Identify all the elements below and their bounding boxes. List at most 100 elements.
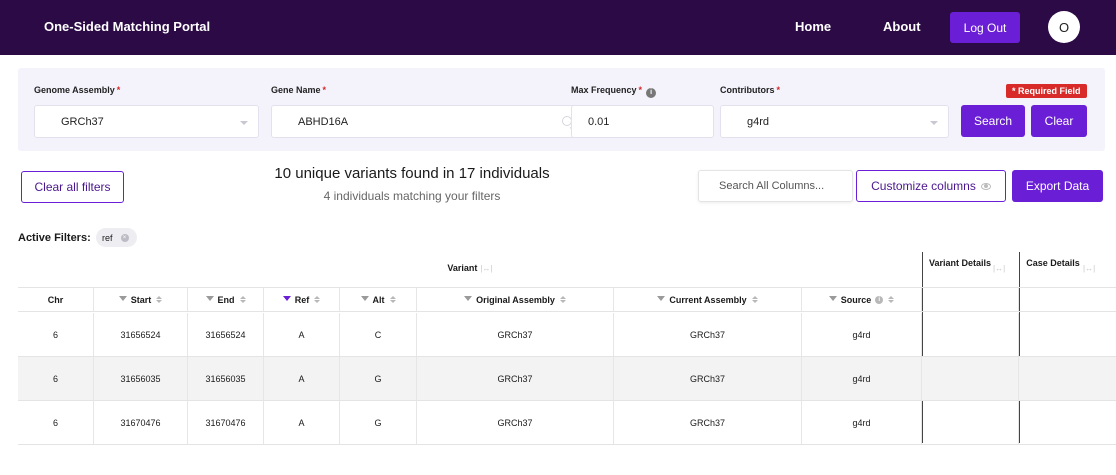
table-row[interactable]: 6 31656035 31656035 A G GRCh37 GRCh37 g4… bbox=[18, 357, 1116, 401]
cell-alt: G bbox=[340, 357, 417, 400]
cell-ref: A bbox=[264, 313, 340, 356]
column-header-alt[interactable]: Alt bbox=[340, 288, 417, 311]
search-button[interactable]: Search bbox=[961, 105, 1025, 137]
cell-alt: C bbox=[340, 313, 417, 356]
column-header-source[interactable]: Source i bbox=[802, 288, 922, 311]
results-summary: 10 unique variants found in 17 individua… bbox=[240, 165, 584, 203]
column-header-chr[interactable]: Chr bbox=[18, 288, 94, 311]
table-header-row: Chr Start End Ref Alt Original Assembly … bbox=[18, 287, 1116, 312]
info-icon[interactable]: i bbox=[646, 87, 657, 98]
cell-current-assembly: GRCh37 bbox=[614, 357, 802, 400]
cell-case-details bbox=[1019, 313, 1116, 356]
active-filters-label: Active Filters: bbox=[18, 232, 91, 244]
cell-end: 31656524 bbox=[188, 313, 264, 356]
active-filter-chip[interactable]: ref × bbox=[96, 228, 137, 247]
cell-source: g4rd bbox=[802, 401, 922, 444]
search-filter-panel: Genome Assembly * GRCh37 Gene Name * ABHD1… bbox=[18, 68, 1105, 151]
user-avatar[interactable]: O bbox=[1048, 11, 1080, 43]
search-all-columns-input[interactable]: Search All Columns... bbox=[698, 170, 853, 202]
filter-icon[interactable] bbox=[464, 296, 473, 301]
column-header-end[interactable]: End bbox=[188, 288, 264, 311]
customize-columns-label: Customize columns bbox=[871, 179, 976, 193]
nav-home-link[interactable]: Home bbox=[795, 19, 831, 34]
expand-icon[interactable]: |↔| bbox=[1080, 263, 1095, 273]
cell-variant-details bbox=[922, 313, 1019, 356]
chip-label: ref bbox=[102, 232, 113, 243]
cell-source: g4rd bbox=[802, 357, 922, 400]
filter-icon[interactable] bbox=[657, 296, 666, 301]
max-frequency-input[interactable]: 0.01 bbox=[571, 105, 714, 138]
variant-details-column bbox=[922, 288, 1019, 311]
column-header-ref[interactable]: Ref bbox=[264, 288, 340, 311]
cell-ref: A bbox=[264, 401, 340, 444]
sort-icon[interactable] bbox=[389, 296, 396, 303]
filter-icon[interactable] bbox=[360, 296, 369, 301]
column-header-original-assembly[interactable]: Original Assembly bbox=[417, 288, 614, 311]
chevron-down-icon bbox=[930, 121, 938, 125]
clear-button[interactable]: Clear bbox=[1031, 105, 1087, 137]
top-navbar: One-Sided Matching Portal Home About Log… bbox=[0, 0, 1116, 55]
cell-variant-details bbox=[922, 357, 1019, 400]
cell-chr: 6 bbox=[18, 357, 94, 400]
sort-icon[interactable] bbox=[156, 296, 163, 303]
variants-count-text: 10 unique variants found in 17 individua… bbox=[274, 165, 550, 182]
required-field-badge: * Required Field bbox=[1006, 84, 1087, 98]
gene-name-label: Gene Name * bbox=[271, 85, 327, 95]
max-frequency-label: Max Frequency * i bbox=[571, 85, 657, 98]
cell-source: g4rd bbox=[802, 313, 922, 356]
contributors-select[interactable]: g4rd bbox=[720, 105, 949, 138]
cell-case-details bbox=[1019, 401, 1116, 444]
cell-chr: 6 bbox=[18, 401, 94, 444]
cell-current-assembly: GRCh37 bbox=[614, 401, 802, 444]
sort-icon[interactable] bbox=[888, 296, 895, 303]
genome-assembly-value: GRCh37 bbox=[61, 115, 104, 128]
cell-start: 31656524 bbox=[94, 313, 188, 356]
sort-icon[interactable] bbox=[239, 296, 246, 303]
column-header-current-assembly[interactable]: Current Assembly bbox=[614, 288, 802, 311]
eye-icon bbox=[980, 182, 991, 190]
cell-start: 31670476 bbox=[94, 401, 188, 444]
case-details-group-header: Case Details bbox=[1026, 258, 1080, 268]
filter-icon[interactable] bbox=[828, 296, 837, 301]
cell-chr: 6 bbox=[18, 313, 94, 356]
contributors-value: g4rd bbox=[747, 115, 770, 128]
sort-icon[interactable] bbox=[751, 296, 758, 303]
sort-icon[interactable] bbox=[559, 296, 566, 303]
matching-individuals-text: 4 individuals matching your filters bbox=[323, 189, 501, 203]
info-icon[interactable]: i bbox=[875, 295, 884, 304]
cell-case-details bbox=[1019, 357, 1116, 400]
clear-all-filters-button[interactable]: Clear all filters bbox=[21, 171, 124, 203]
table-row[interactable]: 6 31656524 31656524 A C GRCh37 GRCh37 g4… bbox=[18, 313, 1116, 357]
close-icon[interactable]: × bbox=[120, 233, 129, 242]
nav-about-link[interactable]: About bbox=[883, 19, 921, 34]
export-data-button[interactable]: Export Data bbox=[1012, 170, 1103, 202]
cell-original-assembly: GRCh37 bbox=[417, 357, 614, 400]
cell-start: 31656035 bbox=[94, 357, 188, 400]
expand-icon[interactable]: |↔| bbox=[990, 263, 1005, 273]
cell-end: 31656035 bbox=[188, 357, 264, 400]
filter-active-icon[interactable] bbox=[282, 296, 291, 301]
portal-title[interactable]: One-Sided Matching Portal bbox=[44, 19, 210, 34]
chevron-down-icon bbox=[240, 121, 248, 125]
cell-ref: A bbox=[264, 357, 340, 400]
filter-icon[interactable] bbox=[118, 296, 127, 301]
cell-original-assembly: GRCh37 bbox=[417, 313, 614, 356]
variant-details-group-header: Variant Details bbox=[928, 258, 992, 268]
customize-columns-button[interactable]: Customize columns bbox=[856, 170, 1006, 202]
filter-icon[interactable] bbox=[205, 296, 214, 301]
table-row[interactable]: 6 31670476 31670476 A G GRCh37 GRCh37 g4… bbox=[18, 401, 1116, 445]
cell-original-assembly: GRCh37 bbox=[417, 401, 614, 444]
variant-group-header: Variant |↔| bbox=[447, 263, 493, 273]
cell-variant-details bbox=[922, 401, 1019, 444]
sort-icon[interactable] bbox=[314, 296, 321, 303]
gene-name-input[interactable]: ABHD16A bbox=[271, 105, 582, 138]
case-details-column bbox=[1019, 288, 1116, 311]
cell-alt: G bbox=[340, 401, 417, 444]
gene-name-value: ABHD16A bbox=[298, 115, 349, 128]
column-header-start[interactable]: Start bbox=[94, 288, 188, 311]
logout-button[interactable]: Log Out bbox=[950, 12, 1020, 43]
genome-assembly-select[interactable]: GRCh37 bbox=[34, 105, 259, 138]
expand-icon[interactable]: |↔| bbox=[480, 264, 492, 273]
genome-assembly-label: Genome Assembly * bbox=[34, 85, 121, 95]
contributors-label: Contributors * bbox=[720, 85, 781, 95]
